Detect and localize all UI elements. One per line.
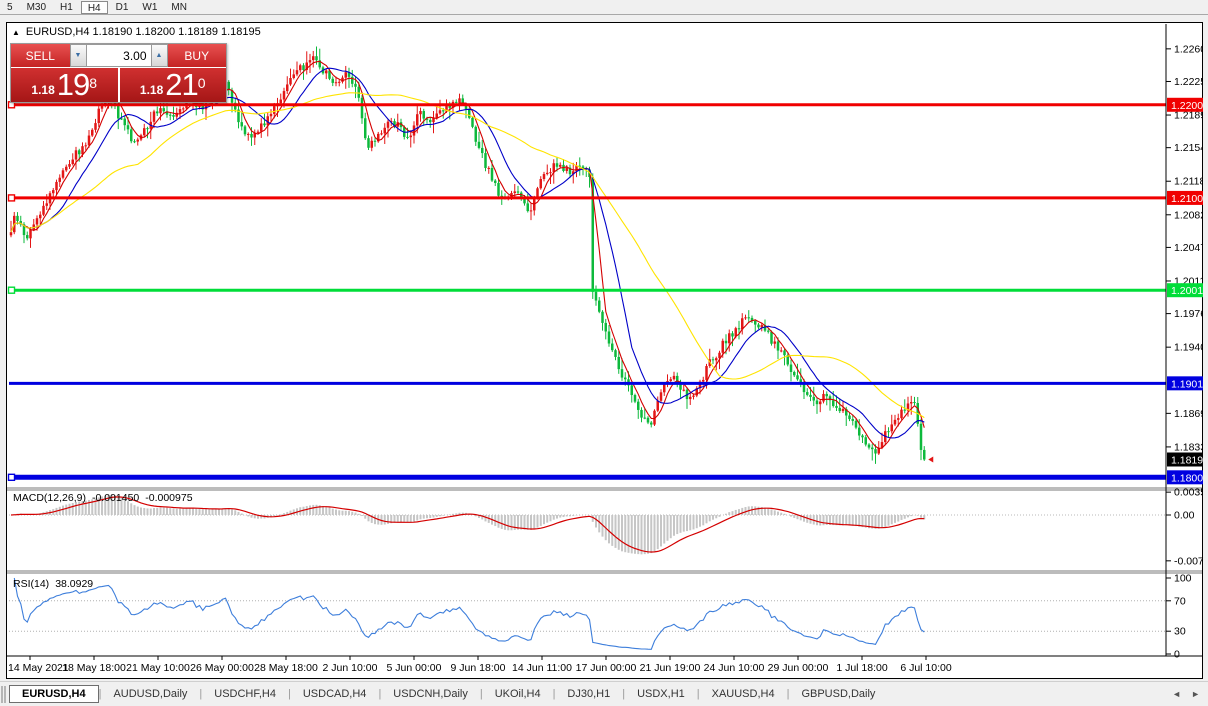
price-axis-labels: 1.226001.222501.218901.215401.211801.208…: [1166, 43, 1203, 660]
svg-text:18 May 18:00: 18 May 18:00: [62, 662, 126, 674]
svg-text:14 May 2021: 14 May 2021: [8, 662, 69, 674]
horizontal-levels: [9, 102, 1167, 481]
svg-text:1.20820: 1.20820: [1174, 209, 1203, 221]
svg-text:1.22600: 1.22600: [1174, 43, 1203, 55]
volume-decrease-button[interactable]: ▼: [70, 44, 87, 67]
tab-scroll-arrows: ◄ ►: [1172, 689, 1200, 699]
svg-text:70: 70: [1174, 595, 1186, 607]
chart-tab-audusd-daily[interactable]: AUDUSD,Daily: [101, 685, 199, 703]
macd-signal-line: [11, 497, 924, 552]
svg-text:1.21001: 1.21001: [1171, 193, 1203, 205]
chart-tab-usdchf-h4[interactable]: USDCHF,H4: [202, 685, 288, 703]
svg-text:1.18690: 1.18690: [1174, 408, 1203, 420]
svg-text:1.18330: 1.18330: [1174, 441, 1203, 453]
timeframe-button-mn[interactable]: MN: [165, 1, 193, 14]
timeframe-button-h4[interactable]: H4: [81, 1, 108, 14]
sell-button[interactable]: SELL: [11, 44, 70, 67]
chart-tab-dj30-h1[interactable]: DJ30,H1: [555, 685, 622, 703]
timeframe-toolbar: 5M30H1H4D1W1MN: [0, 0, 1208, 15]
chart-tab-usdcnh-daily[interactable]: USDCNH,Daily: [381, 685, 480, 703]
sell-price-display[interactable]: 1.18 19 8: [11, 68, 118, 102]
svg-text:1.20011: 1.20011: [1171, 285, 1203, 297]
svg-text:21 Jun 19:00: 21 Jun 19:00: [640, 662, 701, 674]
timeframe-button-h1[interactable]: H1: [54, 1, 79, 14]
macd-value-main: -0.001450: [92, 492, 139, 504]
svg-text:1.19400: 1.19400: [1174, 342, 1203, 354]
svg-text:1.18004: 1.18004: [1171, 472, 1203, 484]
svg-text:0.00: 0.00: [1174, 510, 1195, 522]
svg-text:26 May 00:00: 26 May 00:00: [190, 662, 254, 674]
buy-price-display[interactable]: 1.18 21 0: [120, 68, 227, 102]
volume-input[interactable]: [87, 44, 151, 67]
chart-tab-bar: EURUSD,H4|AUDUSD,Daily|USDCHF,H4|USDCAD,…: [0, 681, 1208, 706]
rsi-name: RSI(14): [13, 578, 49, 590]
timeframe-button-w1[interactable]: W1: [136, 1, 163, 14]
chart-header: ▲ EURUSD,H4 1.18190 1.18200 1.18189 1.18…: [12, 26, 261, 38]
svg-text:29 Jun 00:00: 29 Jun 00:00: [768, 662, 829, 674]
svg-text:0: 0: [1174, 649, 1180, 661]
svg-text:30: 30: [1174, 626, 1186, 638]
svg-text:1 Jul 18:00: 1 Jul 18:00: [836, 662, 888, 674]
buy-button[interactable]: BUY: [168, 44, 227, 67]
timeframe-button-d1[interactable]: D1: [110, 1, 135, 14]
svg-text:0.003515: 0.003515: [1174, 487, 1203, 499]
svg-text:1.21540: 1.21540: [1174, 142, 1203, 154]
svg-text:17 Jun 00:00: 17 Jun 00:00: [576, 662, 637, 674]
volume-increase-button[interactable]: ▲: [151, 44, 168, 67]
chart-tab-gbpusd-daily[interactable]: GBPUSD,Daily: [789, 685, 887, 703]
svg-text:1.18195: 1.18195: [1171, 454, 1203, 466]
svg-text:1.19012: 1.19012: [1171, 378, 1203, 390]
ma-line-40: [11, 93, 924, 418]
tab-scroll-right-icon[interactable]: ►: [1191, 689, 1200, 699]
svg-text:1.21180: 1.21180: [1174, 176, 1203, 188]
chart-tab-usdcad-h4[interactable]: USDCAD,H4: [291, 685, 379, 703]
chart-canvas[interactable]: 1.226001.222501.218901.215401.211801.208…: [6, 22, 1203, 679]
chart-title: EURUSD,H4 1.18190 1.18200 1.18189 1.1819…: [26, 26, 261, 38]
macd-value-signal: -0.000975: [145, 492, 192, 504]
svg-text:21 May 10:00: 21 May 10:00: [126, 662, 190, 674]
rsi-panel-series: [9, 578, 1166, 649]
svg-text:100: 100: [1174, 573, 1192, 585]
mt4-application: 5M30H1H4D1W1MN 1.226001.222501.218901.21…: [0, 0, 1208, 706]
price-axis-flags: 1.22000 1.21001 1.20011 1.19012 1.18004 1.181…: [1167, 98, 1203, 485]
chart-tab-ukoil-h4[interactable]: UKOil,H4: [483, 685, 553, 703]
svg-text:2 Jun 10:00: 2 Jun 10:00: [323, 662, 378, 674]
timeframe-button-5[interactable]: 5: [1, 1, 19, 14]
timeframe-button-m30[interactable]: M30: [21, 1, 52, 14]
tab-scroll-left-icon[interactable]: ◄: [1172, 689, 1181, 699]
svg-text:14 Jun 11:00: 14 Jun 11:00: [512, 662, 572, 674]
macd-indicator-label: MACD(12,26,9) -0.001450 -0.000975: [13, 492, 193, 504]
svg-text:1.22000: 1.22000: [1171, 100, 1203, 112]
collapse-triangle-icon[interactable]: ▲: [12, 28, 20, 37]
rsi-indicator-label: RSI(14) 38.0929: [13, 578, 93, 590]
svg-text:1.20470: 1.20470: [1174, 242, 1203, 254]
svg-text:28 May 18:00: 28 May 18:00: [254, 662, 318, 674]
tab-bar-grip[interactable]: [1, 686, 6, 703]
svg-text:-0.00717: -0.00717: [1174, 555, 1203, 567]
ma-line-5: [11, 61, 924, 448]
chart-tab-eurusd-h4[interactable]: EURUSD,H4: [9, 685, 99, 703]
rsi-value: 38.0929: [55, 578, 93, 590]
rsi-line: [14, 578, 924, 649]
time-axis-labels: 14 May 202118 May 18:0021 May 10:0026 Ma…: [8, 656, 952, 674]
svg-text:24 Jun 10:00: 24 Jun 10:00: [704, 662, 765, 674]
chart-tab-usdx-h1[interactable]: USDX,H1: [625, 685, 697, 703]
current-price-arrow-icon: [928, 456, 933, 462]
svg-text:1.19760: 1.19760: [1174, 308, 1203, 320]
svg-text:6 Jul 10:00: 6 Jul 10:00: [900, 662, 952, 674]
tabs-container: EURUSD,H4|AUDUSD,Daily|USDCHF,H4|USDCAD,…: [9, 685, 887, 703]
chart-tab-xauusd-h4[interactable]: XAUUSD,H4: [700, 685, 787, 703]
svg-text:1.22250: 1.22250: [1174, 76, 1203, 88]
svg-text:9 Jun 18:00: 9 Jun 18:00: [451, 662, 506, 674]
macd-name: MACD(12,26,9): [13, 492, 86, 504]
one-click-trade-panel: SELL ▼ ▲ BUY 1.18 19 8 1.18 21 0: [10, 43, 227, 103]
moving-averages: [11, 61, 924, 448]
svg-text:5 Jun 00:00: 5 Jun 00:00: [387, 662, 442, 674]
